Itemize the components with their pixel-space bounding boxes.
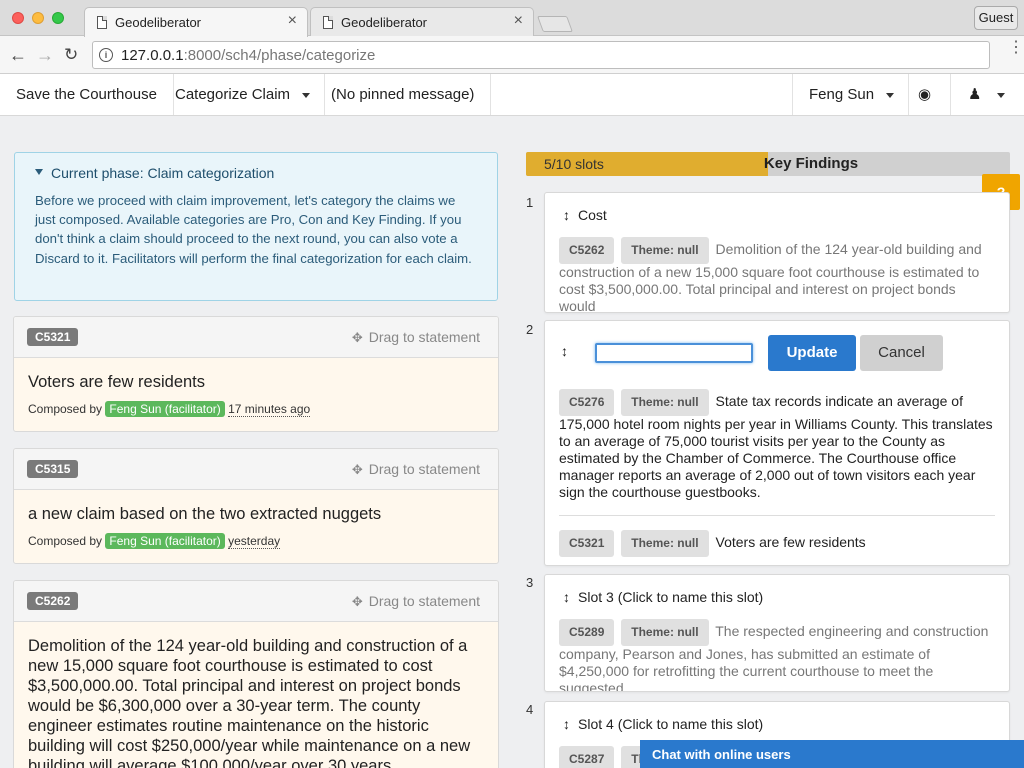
timestamp: yesterday — [228, 534, 281, 549]
tab-title: Geodeliberator — [115, 15, 201, 30]
tab-close-icon[interactable]: × — [514, 12, 523, 30]
slot-item[interactable]: C5321 Theme: null Voters are few residen… — [545, 530, 1009, 557]
chevron-down-icon — [886, 92, 895, 98]
browser-tab-active[interactable]: Geodeliberator × — [84, 7, 308, 37]
phase-title[interactable]: Current phase: Claim categorization — [35, 165, 477, 181]
close-window-button[interactable] — [12, 12, 24, 24]
claim-card: C5321 ✥ Drag to statement Voters are few … — [13, 316, 499, 432]
slot-card[interactable]: ↕ Update Cancel C5276 Theme: null State … — [544, 320, 1010, 566]
collapse-caret-icon — [35, 169, 43, 176]
reorder-icon[interactable]: ↕ — [563, 589, 570, 605]
drag-to-statement-handle[interactable]: ✥ Drag to statement — [352, 329, 480, 346]
url-text: 127.0.0.1:8000/sch4/phase/categorize — [121, 47, 376, 64]
app-navbar: Save the Courthouse Categorize Claim (No… — [0, 74, 1024, 116]
address-bar[interactable]: i 127.0.0.1:8000/sch4/phase/categorize — [92, 41, 990, 69]
slot-item-text: Voters are few residents — [715, 534, 866, 550]
page-icon — [323, 16, 333, 29]
move-icon: ✥ — [351, 462, 363, 477]
slot-title[interactable]: ↕ Slot 4 (Click to name this slot) — [545, 702, 1009, 732]
reload-icon[interactable]: ↻ — [64, 45, 78, 65]
claim-text: Voters are few residents — [28, 373, 206, 391]
claim-id-badge: C5289 — [559, 619, 615, 646]
claim-id-badge: C5262 — [27, 592, 79, 610]
new-tab-button[interactable] — [537, 16, 573, 32]
slot-name-editor: ↕ Update Cancel — [545, 321, 1009, 381]
slot-title[interactable]: ↕ Slot 3 (Click to name this slot) — [545, 575, 1009, 605]
chevron-down-icon — [302, 92, 311, 98]
pinned-message[interactable]: (No pinned message) — [315, 74, 492, 115]
cancel-button[interactable]: Cancel — [860, 335, 943, 371]
browser-menu-icon[interactable]: ⋮ — [1008, 40, 1024, 56]
slot-item[interactable]: C5262 Theme: null Demolition of the 124 … — [545, 237, 1009, 312]
author-badge: Feng Sun (facilitator) — [105, 533, 225, 549]
theme-badge: Theme: null — [621, 389, 709, 416]
move-icon: ✥ — [351, 594, 363, 609]
tab-close-icon[interactable]: × — [288, 12, 297, 30]
slot-title[interactable]: ↕ Cost — [545, 193, 1009, 223]
category-title: Key Findings — [763, 155, 859, 172]
slot-number: 4 — [526, 702, 534, 717]
claim-id-badge: C5321 — [27, 328, 79, 346]
user-dropdown[interactable]: Feng Sun — [792, 74, 910, 115]
move-icon: ✥ — [351, 330, 363, 345]
drag-to-statement-handle[interactable]: ✥ Drag to statement — [352, 593, 480, 610]
slot-progress-bar: 5/10 slots Key Findings — [526, 152, 1010, 176]
claim-card: C5262 ✥ Drag to statement Demolition of t… — [13, 580, 499, 768]
claim-header: C5321 ✥ Drag to statement — [14, 317, 498, 358]
minimize-window-button[interactable] — [32, 12, 44, 24]
chevron-down-icon — [997, 92, 1006, 98]
account-menu[interactable]: ♟ — [952, 74, 1024, 115]
timestamp: 17 minutes ago — [228, 402, 311, 417]
theme-badge: Theme: null — [621, 619, 709, 646]
slot-item[interactable]: C5276 Theme: null State tax records indi… — [545, 389, 1009, 501]
theme-badge: Theme: null — [621, 237, 709, 264]
claim-header: C5315 ✥ Drag to statement — [14, 449, 498, 490]
page-icon — [97, 16, 107, 29]
info-icon[interactable]: i — [99, 48, 113, 62]
theme-badge: Theme: null — [621, 530, 709, 557]
claim-header: C5262 ✥ Drag to statement — [14, 581, 498, 622]
phase-info-panel: Current phase: Claim categorization Befo… — [14, 152, 498, 301]
claim-id-badge: C5276 — [559, 389, 615, 416]
project-link[interactable]: Save the Courthouse — [0, 74, 174, 115]
browser-toolbar: ← → ↻ i 127.0.0.1:8000/sch4/phase/catego… — [0, 36, 1024, 74]
dashboard-icon[interactable]: ◉ — [899, 74, 951, 115]
drag-to-statement-handle[interactable]: ✥ Drag to statement — [352, 461, 480, 478]
claim-text: Demolition of the 124 year-old building … — [28, 637, 471, 768]
update-button[interactable]: Update — [768, 335, 856, 371]
browser-tab[interactable]: Geodeliberator × — [310, 7, 534, 37]
reorder-icon[interactable]: ↕ — [563, 716, 570, 732]
slot-number: 3 — [526, 575, 534, 590]
incognito-icon: ♟ — [968, 86, 982, 103]
slot-number: 1 — [526, 195, 534, 210]
claim-card: C5315 ✥ Drag to statement a new claim bas… — [13, 448, 499, 564]
phase-description: Before we proceed with claim improvement… — [35, 193, 472, 266]
browser-tab-bar: Geodeliberator × Geodeliberator × Guest — [0, 0, 1024, 37]
reorder-icon[interactable]: ↕ — [561, 343, 568, 359]
claim-id-badge: C5287 — [559, 746, 615, 768]
slot-item[interactable]: C5289 Theme: null The respected engineer… — [545, 619, 1009, 691]
divider — [559, 515, 995, 516]
slot-number: 2 — [526, 322, 534, 337]
back-arrow-icon[interactable]: ← — [9, 45, 27, 66]
reorder-icon[interactable]: ↕ — [563, 207, 570, 223]
slot-card[interactable]: ↕ Slot 3 (Click to name this slot) C5289 … — [544, 574, 1010, 692]
claim-text: a new claim based on the two extracted n… — [28, 505, 382, 523]
claim-meta: Composed by Feng Sun (facilitator) yeste… — [28, 533, 281, 549]
chat-bar[interactable]: Chat with online users — [640, 740, 1024, 768]
phase-dropdown[interactable]: Categorize Claim — [159, 74, 326, 115]
author-badge: Feng Sun (facilitator) — [105, 401, 225, 417]
zoom-window-button[interactable] — [52, 12, 64, 24]
guest-profile-button[interactable]: Guest — [974, 6, 1018, 30]
claim-id-badge: C5262 — [559, 237, 615, 264]
claim-id-badge: C5315 — [27, 460, 79, 478]
forward-arrow-icon[interactable]: → — [36, 45, 54, 66]
claim-meta: Composed by Feng Sun (facilitator) 17 mi… — [28, 401, 311, 417]
claim-id-badge: C5321 — [559, 530, 615, 557]
slot-name-input[interactable] — [595, 343, 753, 363]
tab-title: Geodeliberator — [341, 15, 427, 30]
slot-card[interactable]: ↕ Cost C5262 Theme: null Demolition of th… — [544, 192, 1010, 313]
